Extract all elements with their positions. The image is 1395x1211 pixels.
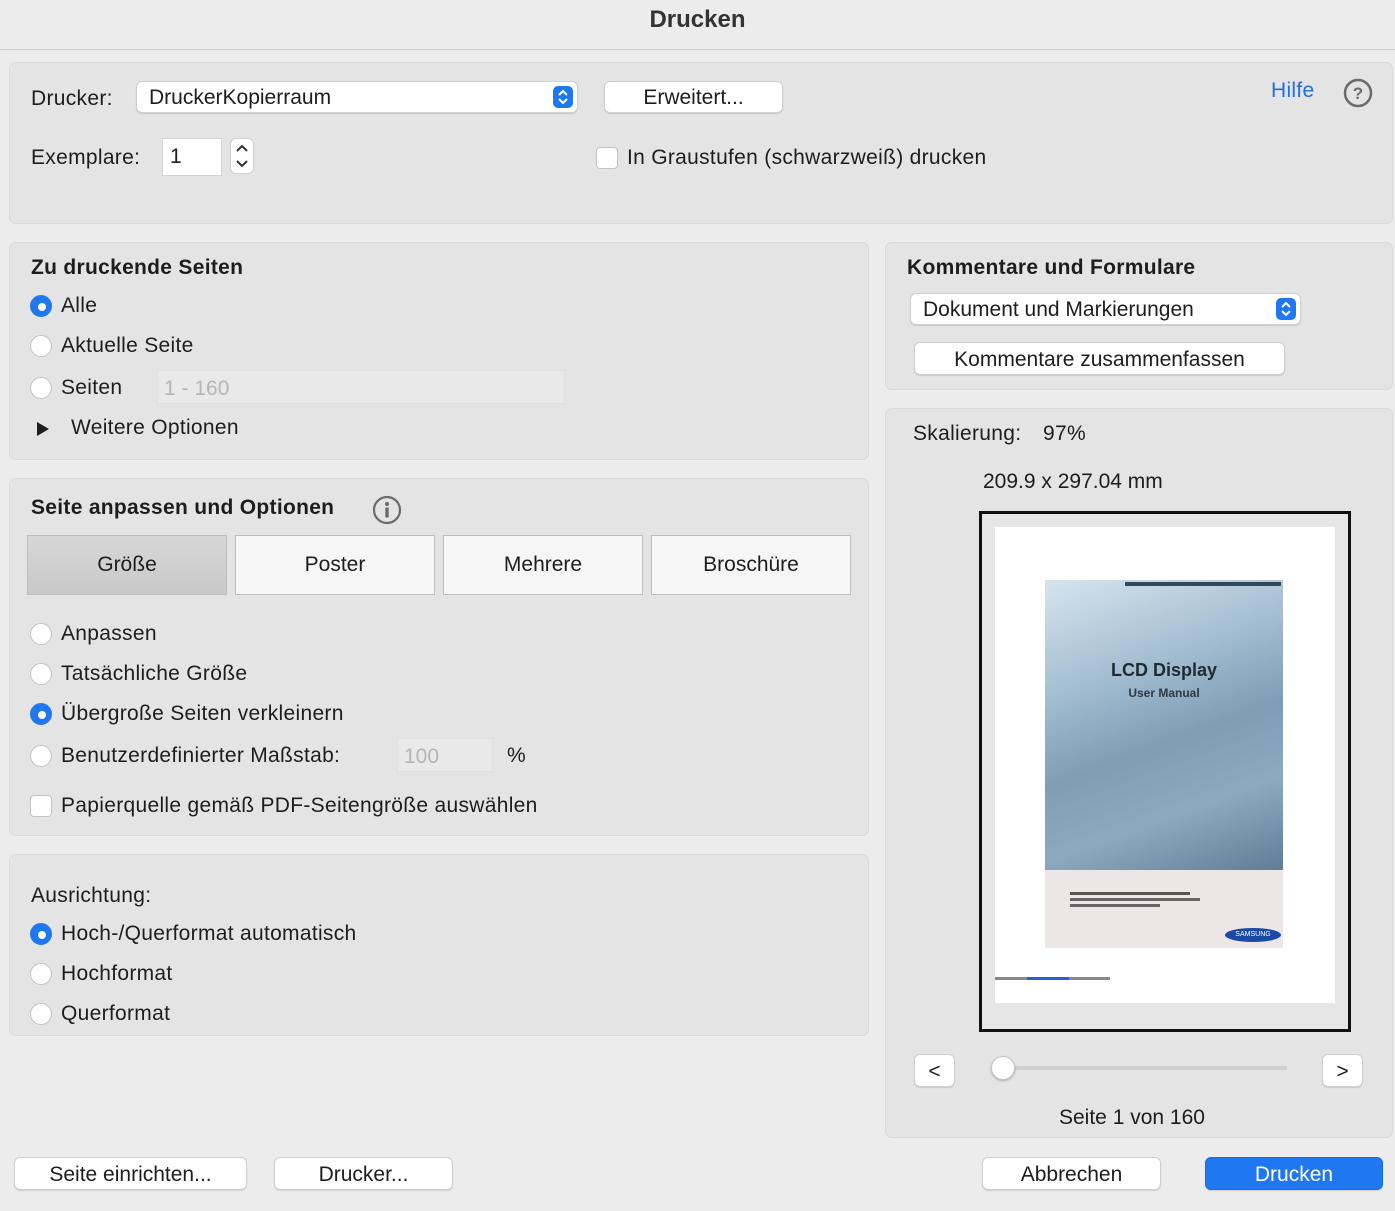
- sizing-heading: Seite anpassen und Optionen: [31, 496, 335, 519]
- comments-select[interactable]: Dokument und Markierungen: [910, 293, 1301, 325]
- cover-footer: SAMSUNG: [1045, 870, 1283, 948]
- popup-arrows-icon: [553, 86, 573, 108]
- paper-source-checkbox[interactable]: [30, 795, 52, 817]
- radio-pages-all[interactable]: [30, 295, 52, 317]
- popup-arrows-icon: [1276, 298, 1296, 320]
- scaling-value: 97%: [1043, 422, 1086, 445]
- printer-label: Drucker:: [31, 87, 113, 110]
- copies-input[interactable]: 1: [162, 138, 222, 176]
- summarize-comments-button[interactable]: Kommentare zusammenfassen: [914, 342, 1285, 375]
- svg-text:?: ?: [1353, 84, 1363, 103]
- tab-poster[interactable]: Poster: [235, 535, 435, 595]
- preview-page-sheet: LCD Display User Manual SAMSUNG: [995, 527, 1335, 1003]
- samsung-logo: SAMSUNG: [1225, 928, 1281, 942]
- pages-range-placeholder: 1 - 160: [164, 377, 230, 400]
- cover-subtitle: User Manual: [1128, 686, 1200, 700]
- landscape-label: Querformat: [61, 1002, 171, 1025]
- page-slider-track[interactable]: [995, 1066, 1287, 1070]
- disclosure-triangle-icon[interactable]: [36, 419, 50, 436]
- pages-range-input[interactable]: 1 - 160: [157, 370, 565, 404]
- window-title: Drucken: [0, 0, 1395, 50]
- cancel-button[interactable]: Abbrechen: [982, 1157, 1161, 1190]
- custom-scale-input[interactable]: 100: [397, 738, 493, 772]
- preview-footer-link: [1027, 977, 1069, 980]
- cover-image: LCD Display User Manual: [1045, 580, 1283, 870]
- pages-current-label: Aktuelle Seite: [61, 334, 194, 357]
- pages-all-label: Alle: [61, 294, 98, 317]
- copies-label: Exemplare:: [31, 146, 141, 169]
- print-button[interactable]: Drucken: [1205, 1157, 1383, 1190]
- printer-select-value: DruckerKopierraum: [149, 86, 332, 109]
- copies-stepper[interactable]: [230, 138, 254, 174]
- comments-select-value: Dokument und Markierungen: [923, 298, 1194, 321]
- page-setup-button[interactable]: Seite einrichten...: [14, 1157, 247, 1190]
- radio-custom-scale[interactable]: [30, 745, 52, 767]
- fit-label: Anpassen: [61, 622, 157, 645]
- radio-pages-range[interactable]: [30, 377, 52, 399]
- grayscale-label: In Graustufen (schwarzweiß) drucken: [627, 146, 987, 169]
- page-dimensions: 209.9 x 297.04 mm: [983, 470, 1163, 493]
- help-icon[interactable]: ?: [1343, 78, 1373, 108]
- radio-landscape[interactable]: [30, 1003, 52, 1025]
- orientation-auto-label: Hoch-/Querformat automatisch: [61, 922, 357, 945]
- cover-header-line: [1125, 582, 1281, 586]
- grayscale-checkbox[interactable]: [596, 147, 618, 169]
- portrait-label: Hochformat: [61, 962, 173, 985]
- cover-text-line: [1070, 898, 1200, 901]
- printer-dialog-button[interactable]: Drucker...: [274, 1157, 453, 1190]
- page-preview: LCD Display User Manual SAMSUNG: [979, 511, 1351, 1032]
- info-icon[interactable]: [372, 495, 402, 525]
- cover-text-line: [1070, 904, 1160, 907]
- advanced-button[interactable]: Erweitert...: [604, 81, 783, 113]
- page-slider-thumb[interactable]: [991, 1056, 1015, 1080]
- radio-portrait[interactable]: [30, 963, 52, 985]
- scaling-label: Skalierung:: [913, 422, 1022, 445]
- paper-source-label: Papierquelle gemäß PDF-Seitengröße auswä…: [61, 794, 538, 817]
- custom-scale-value: 100: [404, 745, 440, 768]
- printer-select[interactable]: DruckerKopierraum: [136, 81, 578, 113]
- tab-booklet[interactable]: Broschüre: [651, 535, 851, 595]
- actual-size-label: Tatsächliche Größe: [61, 662, 248, 685]
- scale-unit: %: [507, 744, 526, 767]
- radio-orientation-auto[interactable]: [30, 923, 52, 945]
- sizing-panel: [9, 478, 869, 836]
- radio-pages-current[interactable]: [30, 335, 52, 357]
- cover-text-line: [1070, 892, 1190, 895]
- page-status: Seite 1 von 160: [1059, 1106, 1205, 1129]
- radio-actual-size[interactable]: [30, 663, 52, 685]
- pages-heading: Zu druckende Seiten: [31, 256, 244, 279]
- orientation-heading: Ausrichtung:: [31, 884, 152, 907]
- preview-footer-text: [995, 977, 1110, 980]
- pages-range-label: Seiten: [61, 376, 123, 399]
- shrink-oversized-label: Übergroße Seiten verkleinern: [61, 702, 344, 725]
- radio-fit[interactable]: [30, 623, 52, 645]
- previous-page-button[interactable]: <: [914, 1054, 955, 1087]
- more-options-label[interactable]: Weitere Optionen: [71, 416, 239, 440]
- tab-size[interactable]: Größe: [27, 535, 227, 595]
- help-link[interactable]: Hilfe: [1271, 79, 1315, 103]
- comments-heading: Kommentare und Formulare: [907, 256, 1196, 279]
- custom-scale-label: Benutzerdefinierter Maßstab:: [61, 744, 341, 767]
- cover-title: LCD Display: [1110, 660, 1218, 680]
- copies-value: 1: [170, 145, 182, 168]
- tab-multiple[interactable]: Mehrere: [443, 535, 643, 595]
- next-page-button[interactable]: >: [1322, 1054, 1363, 1087]
- radio-shrink-oversized[interactable]: [30, 703, 52, 725]
